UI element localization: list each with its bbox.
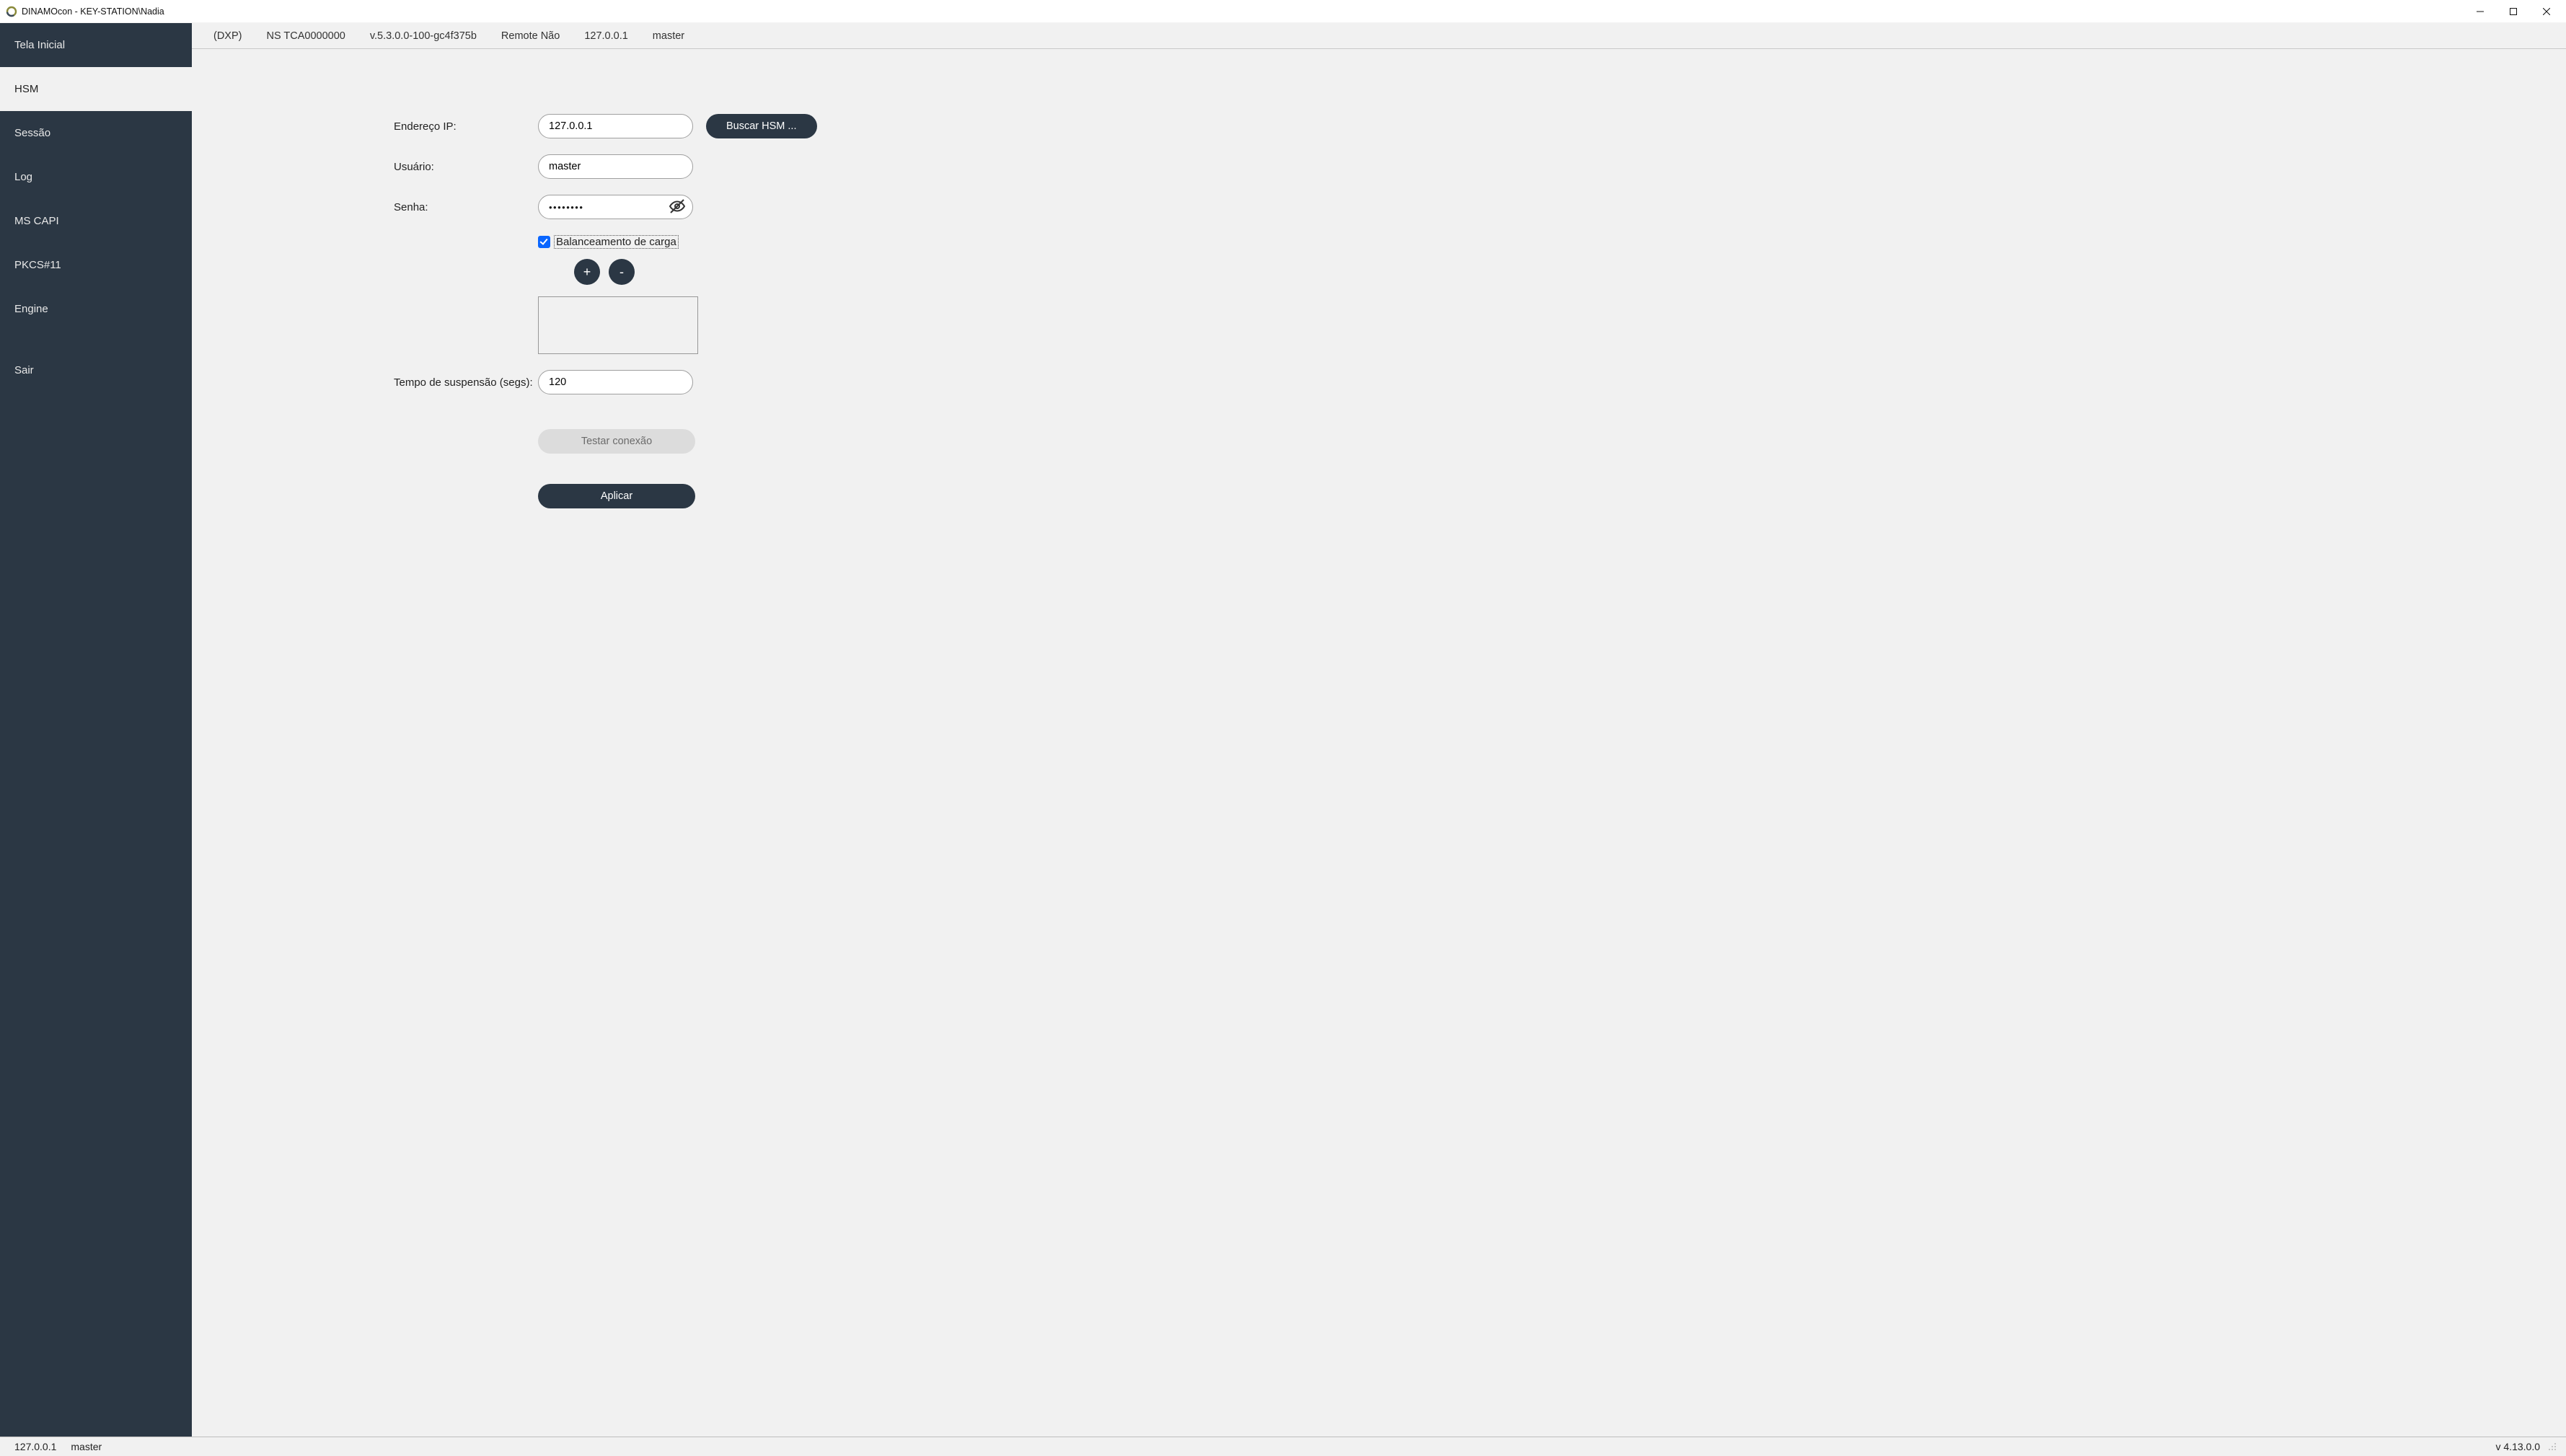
remove-server-button[interactable]: - xyxy=(609,259,635,285)
statusbar-version: v 4.13.0.0 xyxy=(2496,1441,2541,1452)
password-masked: •••••••• xyxy=(549,202,583,213)
server-listbox[interactable] xyxy=(538,296,698,354)
hsm-form: Endereço IP: Buscar HSM ... Usuário: Sen… xyxy=(394,114,855,508)
add-server-button[interactable]: + xyxy=(574,259,600,285)
window-title: DINAMOcon - KEY-STATION\Nadia xyxy=(22,6,164,17)
toggle-password-visibility-button[interactable] xyxy=(668,198,687,216)
main-content: Endereço IP: Buscar HSM ... Usuário: Sen… xyxy=(192,49,2566,1437)
statusbar-left: 127.0.0.1 master xyxy=(14,1441,102,1452)
titlebar: DINAMOcon - KEY-STATION\Nadia xyxy=(0,0,2566,23)
app-icon xyxy=(6,6,17,17)
row-load-balance: Balanceamento de carga xyxy=(538,235,855,249)
window-controls xyxy=(2464,1,2563,22)
minimize-button[interactable] xyxy=(2464,1,2497,22)
infobar-model: (DXP) xyxy=(213,30,242,42)
infobar-remote: Remote Não xyxy=(501,30,560,42)
test-connection-button[interactable]: Testar conexão xyxy=(538,429,695,454)
infobar-version: v.5.3.0.0-100-gc4f375b xyxy=(370,30,477,42)
sidebar: Tela Inicial HSM Sessão Log MS CAPI PKCS… xyxy=(0,23,192,1437)
app-body: Tela Inicial HSM Sessão Log MS CAPI PKCS… xyxy=(0,23,2566,1437)
row-suspend: Tempo de suspensão (segs): xyxy=(394,370,855,394)
sidebar-item-ms-capi[interactable]: MS CAPI xyxy=(0,199,192,243)
statusbar-right: v 4.13.0.0 xyxy=(2496,1441,2558,1452)
infobar-serial: NS TCA0000000 xyxy=(266,30,345,42)
password-label: Senha: xyxy=(394,201,538,213)
statusbar: 127.0.0.1 master v 4.13.0.0 xyxy=(0,1437,2566,1456)
sidebar-item-hsm[interactable]: HSM xyxy=(0,67,192,111)
row-ip: Endereço IP: Buscar HSM ... xyxy=(394,114,855,138)
suspend-label: Tempo de suspensão (segs): xyxy=(394,376,538,389)
close-button[interactable] xyxy=(2530,1,2563,22)
right-panel: (DXP) NS TCA0000000 v.5.3.0.0-100-gc4f37… xyxy=(192,23,2566,1437)
infobar-user: master xyxy=(653,30,684,42)
load-balance-label[interactable]: Balanceamento de carga xyxy=(554,235,679,249)
apply-button[interactable]: Aplicar xyxy=(538,484,695,508)
sidebar-item-sessao[interactable]: Sessão xyxy=(0,111,192,155)
sidebar-item-engine[interactable]: Engine xyxy=(0,287,192,331)
user-label: Usuário: xyxy=(394,161,538,173)
user-input[interactable] xyxy=(538,154,693,179)
row-password: Senha: •••••••• xyxy=(394,195,855,219)
sidebar-item-pkcs11[interactable]: PKCS#11 xyxy=(0,243,192,287)
password-input-wrap[interactable]: •••••••• xyxy=(538,195,693,219)
ip-label: Endereço IP: xyxy=(394,120,538,133)
sidebar-item-tela-inicial[interactable]: Tela Inicial xyxy=(0,23,192,67)
infobar: (DXP) NS TCA0000000 v.5.3.0.0-100-gc4f37… xyxy=(192,23,2566,49)
infobar-ip: 127.0.0.1 xyxy=(584,30,627,42)
statusbar-ip: 127.0.0.1 xyxy=(14,1441,56,1452)
search-hsm-button[interactable]: Buscar HSM ... xyxy=(706,114,817,138)
load-balance-checkbox[interactable] xyxy=(538,236,550,248)
resize-grip-icon[interactable] xyxy=(2547,1442,2557,1452)
row-user: Usuário: xyxy=(394,154,855,179)
maximize-button[interactable] xyxy=(2497,1,2530,22)
statusbar-user: master xyxy=(71,1441,102,1452)
row-add-remove: + - xyxy=(574,259,855,285)
sidebar-item-log[interactable]: Log xyxy=(0,155,192,199)
sidebar-item-sair[interactable]: Sair xyxy=(0,348,192,392)
eye-off-icon xyxy=(669,198,686,217)
titlebar-left: DINAMOcon - KEY-STATION\Nadia xyxy=(6,6,164,17)
suspend-input[interactable] xyxy=(538,370,693,394)
ip-input[interactable] xyxy=(538,114,693,138)
